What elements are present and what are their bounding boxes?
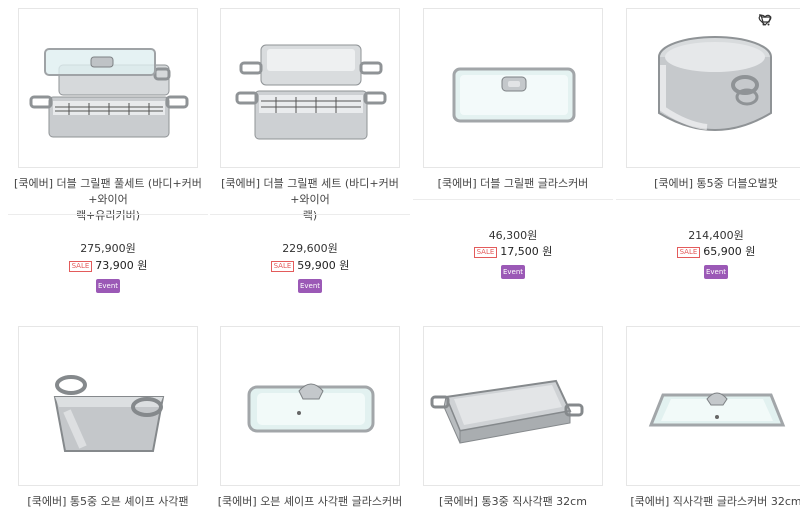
sale-badge: SALE — [270, 261, 295, 272]
product-title[interactable]: [쿡에버] 더블 그릴팬 풀세트 (바디+커버+와이어 랙+유리커버) — [8, 176, 208, 224]
hover-actions — [758, 13, 799, 32]
product-image[interactable] — [220, 326, 400, 486]
original-price: 275,900원 — [80, 242, 136, 255]
heart-icon[interactable] — [758, 14, 799, 28]
product-title[interactable]: [쿡에버] 더블 그릴팬 세트 (바디+커버+와이어 랙) — [210, 176, 410, 224]
sale-badge: SALE — [676, 247, 701, 258]
product-title[interactable]: [쿡에버] 오븐 셰이프 사각팬 글라스커버 — [210, 494, 410, 510]
sale-badge: SALE — [473, 247, 498, 258]
oval-pot-image — [658, 36, 772, 131]
product-image[interactable] — [423, 8, 603, 168]
square-pan-image — [53, 375, 165, 452]
divider — [413, 199, 613, 200]
grill-pan-full-set-image — [29, 48, 189, 138]
product-image[interactable] — [18, 8, 198, 168]
event-badge[interactable]: Event — [704, 265, 728, 279]
product-image[interactable] — [18, 326, 198, 486]
divider — [616, 199, 800, 200]
divider — [210, 214, 410, 215]
original-price: 46,300원 — [488, 229, 538, 242]
sale-price-row: SALE 59,900 원 — [220, 257, 400, 273]
event-badge[interactable]: Event — [501, 265, 525, 279]
rectangular-glass-cover-image — [648, 392, 786, 427]
product-image[interactable] — [423, 326, 603, 486]
sale-price: 17,500 원 — [500, 245, 553, 258]
grill-pan-set-image — [235, 44, 387, 140]
event-badge[interactable]: Event — [96, 279, 120, 293]
product-image[interactable] — [220, 8, 400, 168]
square-glass-cover-image — [247, 383, 375, 433]
sale-badge: SALE — [68, 261, 93, 272]
product-image[interactable] — [626, 8, 800, 168]
sale-price-row: SALE 17,500 원 — [423, 243, 603, 259]
divider — [8, 214, 208, 215]
original-price: 214,400원 — [688, 229, 744, 242]
sale-price-row: SALE 73,900 원 — [18, 257, 198, 273]
rectangular-pan-image — [430, 379, 584, 444]
sale-price: 65,900 원 — [703, 245, 756, 258]
product-title[interactable]: [쿡에버] 더블 그릴팬 글라스커버 — [413, 176, 613, 192]
product-title[interactable]: [쿡에버] 직사각팬 글라스커버 32cm — [616, 494, 800, 510]
sale-price-row: SALE 65,900 원 — [626, 243, 800, 259]
glass-cover-image — [452, 67, 576, 123]
sale-price: 73,900 원 — [95, 259, 148, 272]
sale-price: 59,900 원 — [297, 259, 350, 272]
product-title[interactable]: [쿡에버] 통5중 더블오벌팟 — [616, 176, 800, 192]
original-price: 229,600원 — [282, 242, 338, 255]
event-badge[interactable]: Event — [298, 279, 322, 293]
product-title[interactable]: [쿡에버] 통5중 오븐 셰이프 사각팬 — [8, 494, 208, 510]
product-title[interactable]: [쿡에버] 통3중 직사각팬 32cm — [413, 494, 613, 510]
product-image[interactable] — [626, 326, 800, 486]
